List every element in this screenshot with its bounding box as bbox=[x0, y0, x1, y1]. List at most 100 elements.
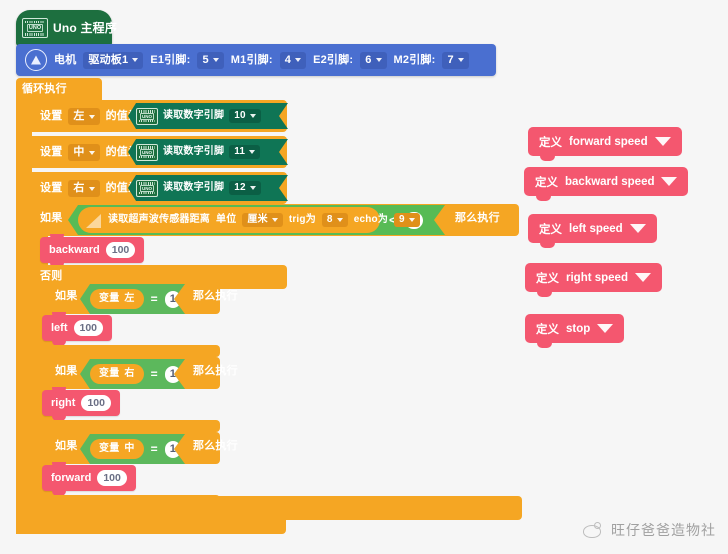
right-action-value-input[interactable]: 100 bbox=[81, 395, 111, 411]
digital-read-label-0: 读取数字引脚 bbox=[163, 110, 225, 121]
ultrasonic-trig-dropdown[interactable]: 8 bbox=[322, 213, 348, 227]
left-action-value: 100 bbox=[79, 322, 98, 334]
forever-loop-label: 循环执行 bbox=[22, 83, 67, 95]
outer-if-then-wrap: 那么执行 bbox=[455, 213, 500, 224]
set-variable-name-0: 左 bbox=[73, 110, 85, 122]
e1-pin-value: 5 bbox=[202, 53, 209, 66]
digital-read-pin-dropdown-1[interactable]: 11 bbox=[229, 145, 260, 159]
triangle-down-icon[interactable] bbox=[634, 273, 651, 282]
inner-if-2-then-wrap: 那么执行 bbox=[193, 441, 238, 452]
chevron-down-icon bbox=[375, 58, 382, 62]
equals-operator-1: = bbox=[150, 367, 158, 381]
inner-if-footer-1 bbox=[48, 420, 220, 432]
equals-condition-block-0[interactable]: 变量 左 = 1 bbox=[80, 284, 185, 314]
watermark: 旺仔爸爸造物社 bbox=[581, 520, 716, 540]
m1-pin-label: M1引脚: bbox=[230, 53, 273, 66]
backward-action-value: 100 bbox=[111, 244, 130, 256]
forward-action-block[interactable]: forward 100 bbox=[42, 462, 136, 496]
forward-action-value-input[interactable]: 100 bbox=[97, 470, 127, 486]
hat-block-label: Uno 主程序 bbox=[53, 21, 118, 35]
left-action-name: left bbox=[51, 322, 68, 334]
digital-read-label-1: 读取数字引脚 bbox=[163, 146, 225, 157]
triangle-down-icon[interactable] bbox=[661, 177, 678, 186]
motor-board-value: 驱动板1 bbox=[88, 53, 129, 66]
triangle-down-icon[interactable] bbox=[629, 224, 646, 233]
define-prefix-4: 定义 bbox=[536, 323, 559, 336]
e2-pin-dropdown[interactable]: 6 bbox=[360, 51, 387, 69]
outer-if-footer bbox=[32, 496, 522, 520]
variable-reporter-2[interactable]: 变量 中 bbox=[90, 439, 144, 459]
e2-pin-value: 6 bbox=[365, 53, 372, 66]
variable-reporter-0[interactable]: 变量 左 bbox=[90, 289, 144, 309]
define-prefix-0: 定义 bbox=[539, 136, 562, 149]
digital-read-block-1[interactable]: UNO 读取数字引脚 11 bbox=[128, 139, 288, 165]
define-prefix-3: 定义 bbox=[536, 272, 559, 285]
uno-main-program-hat-block[interactable]: UNO Uno 主程序 bbox=[16, 10, 117, 46]
arduino-uno-board-icon: UNO bbox=[22, 18, 48, 38]
inner-if-0-then-wrap: 那么执行 bbox=[193, 291, 238, 302]
less-than-condition-block[interactable]: 读取超声波传感器距离 单位 厘米 trig为 8 echo为 9 < 6 bbox=[68, 205, 445, 235]
chevron-down-icon bbox=[295, 58, 302, 62]
inner-if-then-label-1: 那么执行 bbox=[193, 365, 238, 377]
inner-if-2-label-wrap: 如果 bbox=[55, 441, 77, 452]
backward-action-block[interactable]: backward 100 bbox=[40, 234, 145, 268]
backward-action-value-input[interactable]: 100 bbox=[105, 242, 136, 258]
set-variable-dropdown-1[interactable]: 中 bbox=[68, 144, 100, 161]
ultrasonic-unit-dropdown[interactable]: 厘米 bbox=[242, 213, 282, 227]
inner-if-footer-0 bbox=[48, 345, 220, 357]
variable-name-0: 左 bbox=[124, 293, 135, 304]
e1-pin-dropdown[interactable]: 5 bbox=[197, 51, 224, 69]
set-variable-dropdown-0[interactable]: 左 bbox=[68, 108, 100, 125]
set-variable-name-2: 右 bbox=[73, 182, 85, 194]
ultrasonic-distance-block[interactable]: 读取超声波传感器距离 单位 厘米 trig为 8 echo为 9 bbox=[78, 207, 380, 233]
chevron-down-icon bbox=[88, 186, 95, 191]
ultrasonic-sensor-icon bbox=[86, 213, 102, 228]
m1-pin-dropdown[interactable]: 4 bbox=[279, 51, 307, 69]
digital-read-pin-dropdown-0[interactable]: 10 bbox=[229, 109, 261, 123]
variable-name-1: 右 bbox=[124, 368, 135, 379]
m2-pin-label: M2引脚: bbox=[393, 53, 436, 66]
set-variable-name-1: 中 bbox=[73, 146, 85, 158]
set-row-1-labels: 设置 中 的值为 bbox=[40, 144, 139, 161]
variable-reporter-1[interactable]: 变量 右 bbox=[90, 364, 144, 384]
arduino-uno-board-icon: UNO bbox=[136, 180, 158, 197]
motor-driver-block[interactable]: 电机 驱动板1 E1引脚: 5 M1引脚: 4 E2引脚: 6 M2引脚: 7 bbox=[16, 44, 496, 76]
motor-board-dropdown[interactable]: 驱动板1 bbox=[83, 51, 144, 69]
right-action-name: right bbox=[51, 397, 76, 409]
chevron-down-icon bbox=[250, 114, 256, 118]
triangle-down-icon[interactable] bbox=[597, 324, 614, 333]
define-block-backward-speed[interactable]: 定义 backward speed bbox=[524, 167, 689, 201]
ultrasonic-echo-dropdown[interactable]: 9 bbox=[394, 213, 420, 227]
triangle-down-icon[interactable] bbox=[654, 137, 671, 146]
digital-read-block-2[interactable]: UNO 读取数字引脚 12 bbox=[128, 175, 288, 201]
set-variable-dropdown-2[interactable]: 右 bbox=[68, 180, 100, 197]
arduino-uno-board-icon: UNO bbox=[136, 144, 158, 161]
define-block-stop[interactable]: 定义 stop bbox=[525, 314, 625, 348]
inner-if-1-then-wrap: 那么执行 bbox=[193, 366, 238, 377]
chevron-down-icon bbox=[249, 150, 255, 154]
inner-if-then-label-0: 那么执行 bbox=[193, 290, 238, 302]
define-block-right-speed[interactable]: 定义 right speed bbox=[525, 263, 662, 297]
define-name-4: stop bbox=[566, 322, 591, 335]
digital-read-pin-dropdown-2[interactable]: 12 bbox=[229, 181, 261, 195]
digital-read-block-0[interactable]: UNO 读取数字引脚 10 bbox=[128, 103, 288, 129]
right-action-block[interactable]: right 100 bbox=[42, 387, 120, 421]
forever-loop-label-wrap: 循环执行 bbox=[22, 84, 67, 95]
left-action-block[interactable]: left 100 bbox=[42, 312, 113, 346]
equals-condition-block-2[interactable]: 变量 中 = 1 bbox=[80, 434, 185, 464]
inner-if-then-label-2: 那么执行 bbox=[193, 440, 238, 452]
m2-pin-dropdown[interactable]: 7 bbox=[442, 51, 469, 69]
digital-read-pin-2: 12 bbox=[234, 182, 246, 193]
equals-condition-block-1[interactable]: 变量 右 = 1 bbox=[80, 359, 185, 389]
left-action-value-input[interactable]: 100 bbox=[73, 320, 104, 336]
variable-label-0: 变量 bbox=[99, 293, 120, 304]
inner-if-label-1: 如果 bbox=[55, 365, 78, 377]
chevron-down-icon bbox=[88, 150, 95, 155]
define-name-0: forward speed bbox=[569, 135, 648, 148]
outer-if-label: 如果 bbox=[40, 212, 63, 224]
define-block-forward-speed[interactable]: 定义 forward speed bbox=[528, 127, 682, 161]
blocks-canvas[interactable]: UNO Uno 主程序 电机 驱动板1 E1引脚: 5 M1引脚: 4 E2引脚… bbox=[0, 0, 728, 554]
digital-read-pin-1: 11 bbox=[234, 146, 246, 157]
outer-if-then-label: 那么执行 bbox=[455, 212, 500, 224]
define-block-left-speed[interactable]: 定义 left speed bbox=[528, 214, 657, 248]
